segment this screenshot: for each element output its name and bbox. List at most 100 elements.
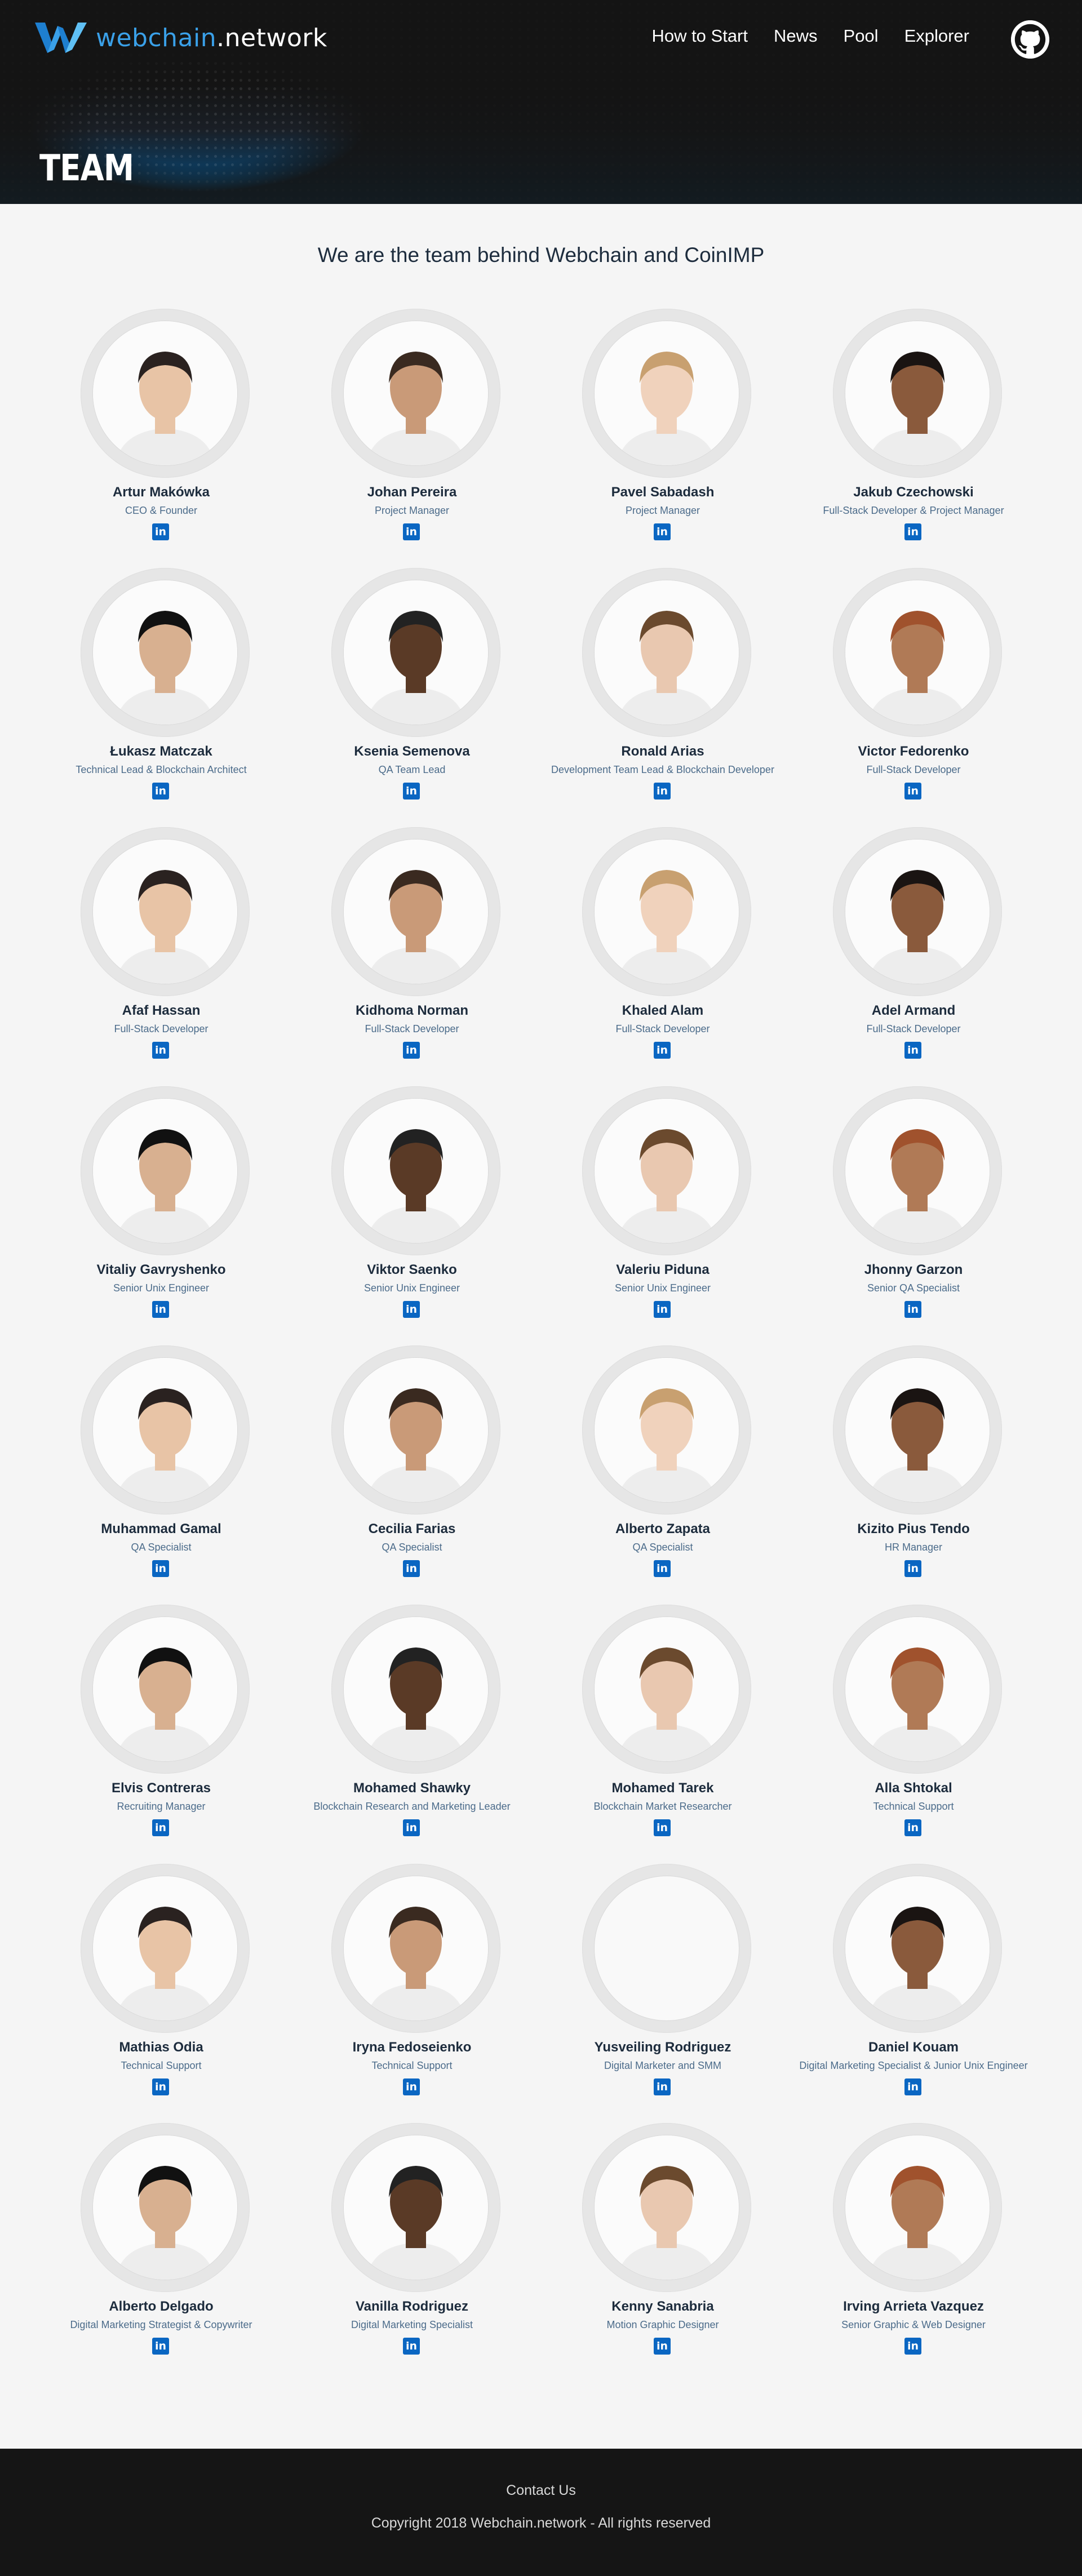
member-avatar-frame <box>81 1086 250 1255</box>
member-avatar-frame <box>833 1345 1002 1514</box>
member-avatar-frame <box>331 2123 500 2292</box>
member-role: QA Specialist <box>131 1542 192 1553</box>
team-member-card: Irving Arrieta Vazquez Senior Graphic & W… <box>790 2123 1037 2360</box>
member-avatar-frame <box>81 309 250 478</box>
member-avatar-frame <box>81 568 250 737</box>
nav-explorer[interactable]: Explorer <box>904 26 969 46</box>
linkedin-icon[interactable]: in <box>654 1819 671 1836</box>
linkedin-icon[interactable]: in <box>152 523 169 540</box>
linkedin-icon[interactable]: in <box>403 1560 420 1577</box>
member-photo <box>344 1358 488 1502</box>
nav-pool[interactable]: Pool <box>844 26 879 46</box>
brand-logo[interactable]: webchain.network <box>35 20 327 55</box>
linkedin-icon[interactable]: in <box>152 783 169 800</box>
member-name: Daniel Kouam <box>868 2040 959 2055</box>
member-role: Recruiting Manager <box>117 1801 206 1812</box>
nav-how-to-start[interactable]: How to Start <box>651 26 748 46</box>
team-member-card: Valeriu Piduna Senior Unix Engineer in <box>539 1086 787 1323</box>
linkedin-icon[interactable]: in <box>403 1042 420 1059</box>
linkedin-icon[interactable]: in <box>152 1819 169 1836</box>
linkedin-icon[interactable]: in <box>403 1301 420 1318</box>
member-role: Digital Marketer and SMM <box>604 2060 722 2071</box>
team-member-card: Yusveiling Rodriguez Digital Marketer and… <box>539 1864 787 2100</box>
member-name: Elvis Contreras <box>111 1780 211 1796</box>
linkedin-icon[interactable]: in <box>152 2338 169 2355</box>
team-member-card: Łukasz Matczak Technical Lead & Blockchai… <box>37 568 285 805</box>
member-name: Kidhoma Norman <box>355 1003 468 1018</box>
member-photo <box>93 1099 237 1243</box>
linkedin-icon[interactable]: in <box>654 783 671 800</box>
linkedin-icon[interactable]: in <box>403 523 420 540</box>
member-role: Senior Unix Engineer <box>113 1282 210 1294</box>
linkedin-icon[interactable]: in <box>654 523 671 540</box>
linkedin-icon[interactable]: in <box>654 1560 671 1577</box>
member-name: Vanilla Rodriguez <box>355 2299 469 2314</box>
member-role: Full-Stack Developer <box>615 1023 710 1034</box>
team-member-card: Victor Fedorenko Full-Stack Developer in <box>790 568 1037 805</box>
member-avatar-frame <box>833 1605 1002 1774</box>
linkedin-icon[interactable]: in <box>904 1819 921 1836</box>
linkedin-icon[interactable]: in <box>152 1042 169 1059</box>
member-role: Full-Stack Developer <box>866 1023 961 1034</box>
nav-news[interactable]: News <box>774 26 818 46</box>
member-role: QA Team Lead <box>378 764 446 775</box>
linkedin-icon[interactable]: in <box>904 2078 921 2095</box>
member-name: Afaf Hassan <box>122 1003 201 1018</box>
linkedin-icon[interactable]: in <box>403 2078 420 2095</box>
linkedin-icon[interactable]: in <box>152 1560 169 1577</box>
member-name: Alberto Delgado <box>109 2299 214 2314</box>
linkedin-icon[interactable]: in <box>654 1042 671 1059</box>
github-icon[interactable] <box>1011 20 1049 59</box>
member-role: Technical Lead & Blockchain Architect <box>76 764 247 775</box>
linkedin-icon[interactable]: in <box>152 2078 169 2095</box>
linkedin-icon[interactable]: in <box>403 2338 420 2355</box>
member-role: Senior Unix Engineer <box>363 1282 460 1294</box>
member-photo <box>845 1358 990 1502</box>
linkedin-icon[interactable]: in <box>904 523 921 540</box>
member-avatar-frame <box>833 568 1002 737</box>
linkedin-icon[interactable]: in <box>152 1301 169 1318</box>
team-member-card: Mathias Odia Technical Support in <box>37 1864 285 2100</box>
member-avatar-frame <box>833 309 1002 478</box>
member-photo <box>845 1099 990 1243</box>
team-member-card: Mohamed Tarek Blockchain Market Researche… <box>539 1605 787 1841</box>
team-member-card: Ronald Arias Development Team Lead & Bloc… <box>539 568 787 805</box>
member-role: Digital Marketing Strategist & Copywrite… <box>70 2319 252 2330</box>
member-avatar-frame <box>582 1345 751 1514</box>
team-member-card: Cecilia Farias QA Specialist in <box>288 1345 536 1582</box>
linkedin-icon[interactable]: in <box>403 1819 420 1836</box>
linkedin-icon[interactable]: in <box>904 1301 921 1318</box>
linkedin-icon[interactable]: in <box>904 1560 921 1577</box>
member-avatar-frame <box>833 827 1002 996</box>
member-role: Full-Stack Developer & Project Manager <box>823 505 1004 516</box>
member-avatar-frame <box>582 1086 751 1255</box>
linkedin-icon[interactable]: in <box>904 2338 921 2355</box>
member-photo <box>595 840 739 984</box>
member-avatar-frame <box>81 1605 250 1774</box>
team-member-card: Afaf Hassan Full-Stack Developer in <box>37 827 285 1064</box>
linkedin-icon[interactable]: in <box>904 783 921 800</box>
team-member-card: Jhonny Garzon Senior QA Specialist in <box>790 1086 1037 1323</box>
linkedin-icon[interactable]: in <box>654 1301 671 1318</box>
team-member-card: Artur Makówka CEO & Founder in <box>37 309 285 545</box>
member-photo <box>344 1099 488 1243</box>
linkedin-icon[interactable]: in <box>904 1042 921 1059</box>
member-avatar-frame <box>331 1086 500 1255</box>
member-photo <box>595 1876 739 2020</box>
member-photo <box>595 580 739 725</box>
member-photo <box>344 840 488 984</box>
webchain-logo-icon <box>35 23 87 53</box>
member-photo <box>93 840 237 984</box>
member-name: Łukasz Matczak <box>110 744 212 759</box>
member-photo <box>595 321 739 465</box>
linkedin-icon[interactable]: in <box>654 2078 671 2095</box>
linkedin-icon[interactable]: in <box>654 2338 671 2355</box>
team-member-card: Vitaliy Gavryshenko Senior Unix Engineer i… <box>37 1086 285 1323</box>
team-member-card: Muhammad Gamal QA Specialist in <box>37 1345 285 1582</box>
member-avatar-frame <box>331 1864 500 2033</box>
linkedin-icon[interactable]: in <box>403 783 420 800</box>
member-photo <box>595 1099 739 1243</box>
contact-us-link[interactable]: Contact Us <box>0 2482 1082 2499</box>
member-avatar-frame <box>331 1605 500 1774</box>
member-avatar-frame <box>833 2123 1002 2292</box>
